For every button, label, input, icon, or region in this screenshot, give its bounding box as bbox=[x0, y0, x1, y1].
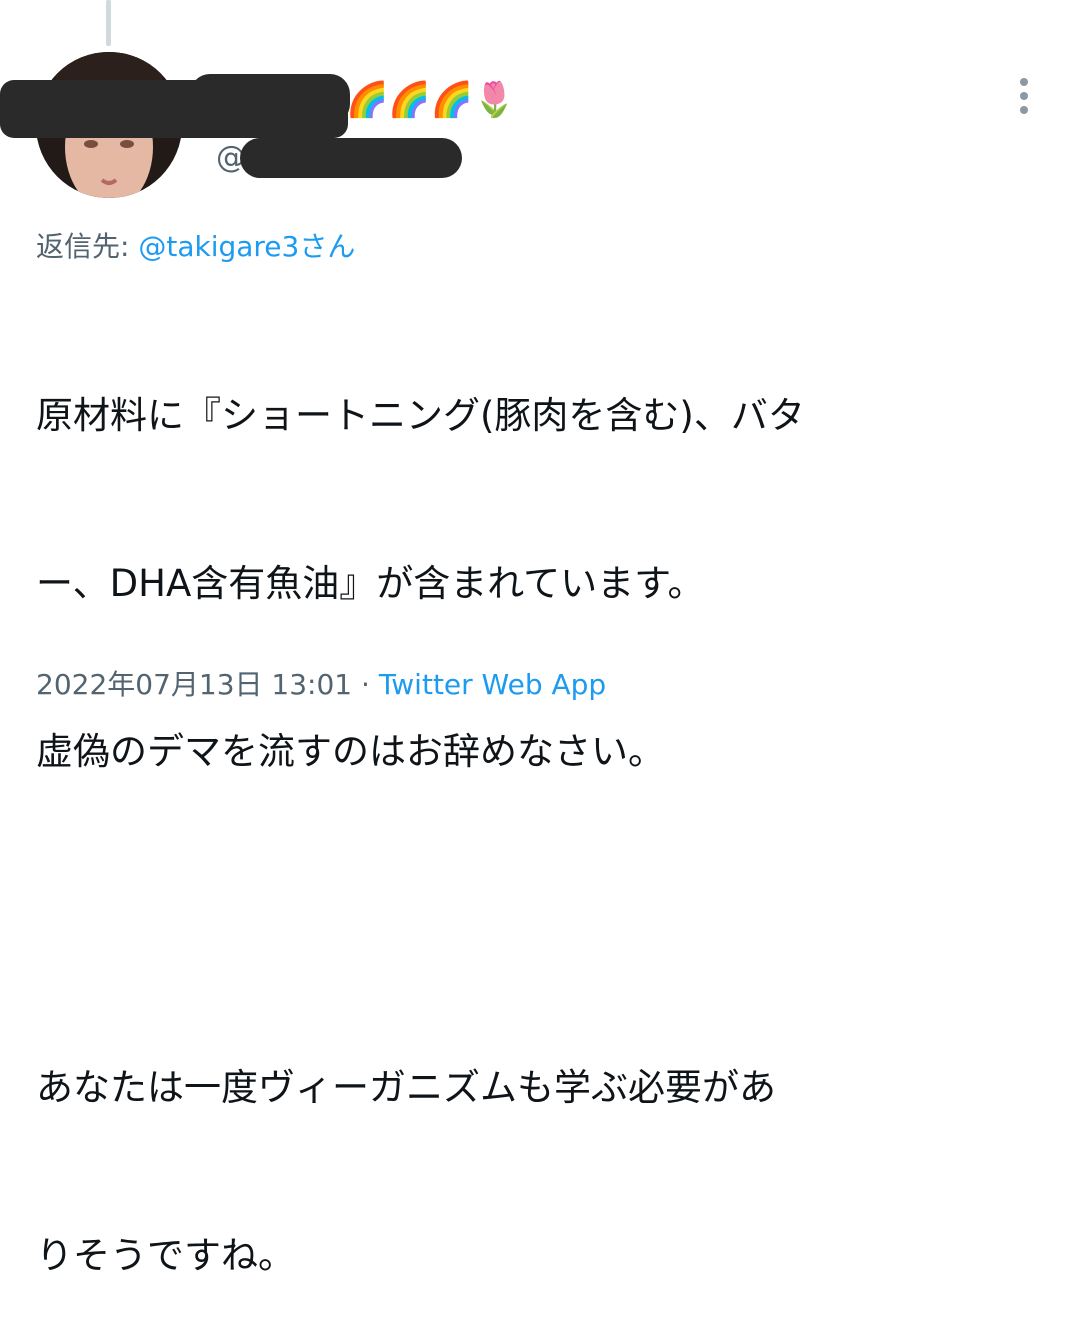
more-vertical-icon[interactable] bbox=[1010, 76, 1038, 116]
redacted-display-name-extension bbox=[190, 74, 350, 124]
reply-to-line: 返信先: @takigare3さん bbox=[36, 230, 355, 264]
tweet-meta: 2022年07月13日 13:01 · Twitter Web App bbox=[36, 668, 606, 702]
more-dot bbox=[1020, 92, 1028, 100]
source-link[interactable]: Twitter Web App bbox=[379, 668, 606, 701]
more-dot bbox=[1020, 106, 1028, 114]
more-dot bbox=[1020, 78, 1028, 86]
display-name-emoji: 🌈🌈🌈🌷 bbox=[346, 80, 516, 120]
redacted-handle bbox=[240, 138, 462, 178]
tweet-text-line: あなたは一度ヴィーガニズムも学ぶ必要があ bbox=[36, 1066, 776, 1109]
reply-to-link[interactable]: @takigare3さん bbox=[138, 230, 355, 263]
tweet-text-line: 虚偽のデマを流すのはお辞めなさい。 bbox=[36, 730, 665, 773]
thread-connector-line bbox=[106, 0, 111, 46]
meta-separator: · bbox=[352, 668, 379, 701]
tweet-text-line: りそうですね。 bbox=[36, 1234, 295, 1277]
reply-to-prefix: 返信先: bbox=[36, 230, 139, 263]
tweet-text-line bbox=[36, 892, 1046, 948]
tweet-text: 原材料に『ショートニング(豚肉を含む)、バタ ー、DHA含有魚油』が含まれていま… bbox=[36, 276, 1046, 1340]
tweet-text-line: ー、DHA含有魚油』が含まれています。 bbox=[36, 562, 705, 605]
timestamp[interactable]: 2022年07月13日 13:01 bbox=[36, 668, 352, 701]
tweet-text-line: 原材料に『ショートニング(豚肉を含む)、バタ bbox=[36, 394, 805, 437]
